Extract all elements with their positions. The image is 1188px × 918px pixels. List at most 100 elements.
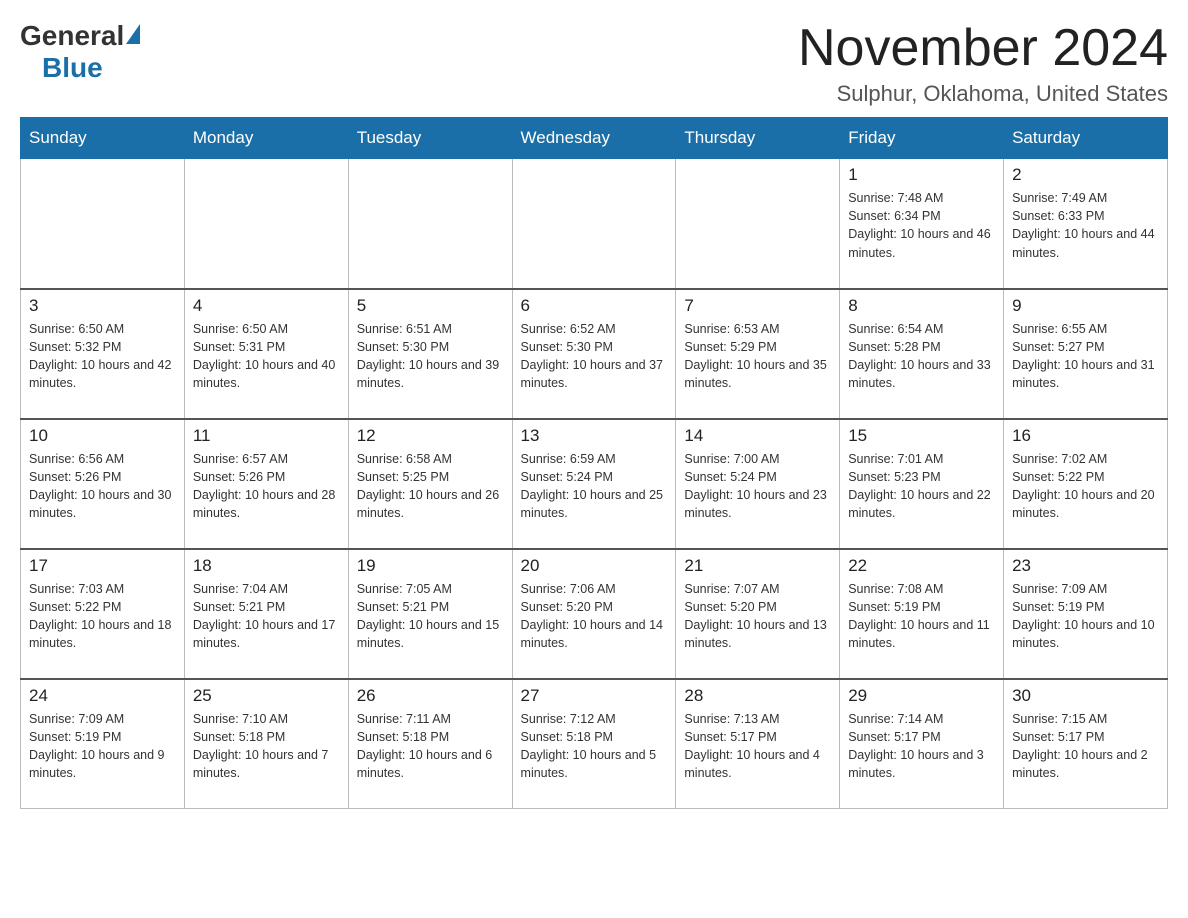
calendar-cell: 9Sunrise: 6:55 AMSunset: 5:27 PMDaylight… xyxy=(1004,289,1168,419)
calendar-cell xyxy=(512,159,676,289)
logo: General Blue xyxy=(20,20,140,84)
logo-general-text: General xyxy=(20,20,124,52)
calendar-cell: 19 Sunrise: 7:05 AMSunset: 5:21 PMDayligh… xyxy=(348,549,512,679)
day-info: Sunrise: 6:57 AMSunset: 5:26 PMDaylight:… xyxy=(193,450,340,523)
day-number: 29 xyxy=(848,686,995,706)
calendar-table: SundayMondayTuesdayWednesdayThursdayFrid… xyxy=(20,117,1168,809)
day-number: 28 xyxy=(684,686,831,706)
calendar-cell: 24 Sunrise: 7:09 AMSunset: 5:19 PMDayligh… xyxy=(21,679,185,809)
calendar-cell: 10 Sunrise: 6:56 AMSunset: 5:26 PMDayligh… xyxy=(21,419,185,549)
calendar-cell: 4 Sunrise: 6:50 AMSunset: 5:31 PMDaylight… xyxy=(184,289,348,419)
logo-blue-text: Blue xyxy=(42,52,103,84)
day-number: 10 xyxy=(29,426,176,446)
day-number: 21 xyxy=(684,556,831,576)
day-info: Sunrise: 6:54 AMSunset: 5:28 PMDaylight:… xyxy=(848,320,995,393)
calendar-week-row: 1 Sunrise: 7:48 AMSunset: 6:34 PMDaylight… xyxy=(21,159,1168,289)
day-number: 4 xyxy=(193,296,340,316)
day-info: Sunrise: 7:14 AMSunset: 5:17 PMDaylight:… xyxy=(848,710,995,783)
day-info: Sunrise: 6:53 AMSunset: 5:29 PMDaylight:… xyxy=(684,320,831,393)
calendar-cell: 2 Sunrise: 7:49 AMSunset: 6:33 PMDaylight… xyxy=(1004,159,1168,289)
day-info: Sunrise: 7:04 AMSunset: 5:21 PMDaylight:… xyxy=(193,580,340,653)
calendar-cell xyxy=(184,159,348,289)
calendar-cell: 1 Sunrise: 7:48 AMSunset: 6:34 PMDaylight… xyxy=(840,159,1004,289)
day-number: 19 xyxy=(357,556,504,576)
calendar-cell: 29 Sunrise: 7:14 AMSunset: 5:17 PMDayligh… xyxy=(840,679,1004,809)
day-info: Sunrise: 7:00 AMSunset: 5:24 PMDaylight:… xyxy=(684,450,831,523)
day-number: 27 xyxy=(521,686,668,706)
day-info: Sunrise: 7:48 AMSunset: 6:34 PMDaylight:… xyxy=(848,189,995,262)
day-info: Sunrise: 7:15 AMSunset: 5:17 PMDaylight:… xyxy=(1012,710,1159,783)
calendar-cell: 16 Sunrise: 7:02 AMSunset: 5:22 PMDayligh… xyxy=(1004,419,1168,549)
day-number: 8 xyxy=(848,296,995,316)
day-number: 6 xyxy=(521,296,668,316)
calendar-week-row: 17 Sunrise: 7:03 AMSunset: 5:22 PMDayligh… xyxy=(21,549,1168,679)
day-info: Sunrise: 7:07 AMSunset: 5:20 PMDaylight:… xyxy=(684,580,831,653)
calendar-cell: 28 Sunrise: 7:13 AMSunset: 5:17 PMDayligh… xyxy=(676,679,840,809)
day-info: Sunrise: 7:13 AMSunset: 5:17 PMDaylight:… xyxy=(684,710,831,783)
day-number: 5 xyxy=(357,296,504,316)
calendar-cell: 18Sunrise: 7:04 AMSunset: 5:21 PMDayligh… xyxy=(184,549,348,679)
calendar-cell xyxy=(676,159,840,289)
calendar-cell: 17 Sunrise: 7:03 AMSunset: 5:22 PMDayligh… xyxy=(21,549,185,679)
calendar-cell: 22 Sunrise: 7:08 AMSunset: 5:19 PMDayligh… xyxy=(840,549,1004,679)
day-number: 12 xyxy=(357,426,504,446)
day-number: 24 xyxy=(29,686,176,706)
day-number: 2 xyxy=(1012,165,1159,185)
calendar-header-thursday: Thursday xyxy=(676,118,840,159)
logo-triangle-icon xyxy=(126,24,140,44)
calendar-header-wednesday: Wednesday xyxy=(512,118,676,159)
day-number: 16 xyxy=(1012,426,1159,446)
month-title: November 2024 xyxy=(798,20,1168,77)
calendar-cell: 23 Sunrise: 7:09 AMSunset: 5:19 PMDayligh… xyxy=(1004,549,1168,679)
day-number: 25 xyxy=(193,686,340,706)
calendar-cell: 3 Sunrise: 6:50 AMSunset: 5:32 PMDaylight… xyxy=(21,289,185,419)
calendar-header-saturday: Saturday xyxy=(1004,118,1168,159)
day-info: Sunrise: 6:59 AMSunset: 5:24 PMDaylight:… xyxy=(521,450,668,523)
day-info: Sunrise: 7:09 AMSunset: 5:19 PMDaylight:… xyxy=(29,710,176,783)
calendar-week-row: 24 Sunrise: 7:09 AMSunset: 5:19 PMDayligh… xyxy=(21,679,1168,809)
day-number: 14 xyxy=(684,426,831,446)
calendar-cell: 12 Sunrise: 6:58 AMSunset: 5:25 PMDayligh… xyxy=(348,419,512,549)
calendar-week-row: 3 Sunrise: 6:50 AMSunset: 5:32 PMDaylight… xyxy=(21,289,1168,419)
location-subtitle: Sulphur, Oklahoma, United States xyxy=(798,81,1168,107)
day-info: Sunrise: 6:56 AMSunset: 5:26 PMDaylight:… xyxy=(29,450,176,523)
calendar-cell: 11 Sunrise: 6:57 AMSunset: 5:26 PMDayligh… xyxy=(184,419,348,549)
day-info: Sunrise: 7:06 AMSunset: 5:20 PMDaylight:… xyxy=(521,580,668,653)
day-info: Sunrise: 7:05 AMSunset: 5:21 PMDaylight:… xyxy=(357,580,504,653)
day-number: 30 xyxy=(1012,686,1159,706)
day-number: 13 xyxy=(521,426,668,446)
day-number: 20 xyxy=(521,556,668,576)
day-number: 7 xyxy=(684,296,831,316)
day-info: Sunrise: 6:50 AMSunset: 5:32 PMDaylight:… xyxy=(29,320,176,393)
calendar-cell: 8 Sunrise: 6:54 AMSunset: 5:28 PMDaylight… xyxy=(840,289,1004,419)
calendar-cell: 27 Sunrise: 7:12 AMSunset: 5:18 PMDayligh… xyxy=(512,679,676,809)
calendar-cell: 20 Sunrise: 7:06 AMSunset: 5:20 PMDayligh… xyxy=(512,549,676,679)
day-number: 22 xyxy=(848,556,995,576)
day-number: 23 xyxy=(1012,556,1159,576)
day-info: Sunrise: 6:50 AMSunset: 5:31 PMDaylight:… xyxy=(193,320,340,393)
day-info: Sunrise: 7:08 AMSunset: 5:19 PMDaylight:… xyxy=(848,580,995,653)
calendar-cell: 14 Sunrise: 7:00 AMSunset: 5:24 PMDayligh… xyxy=(676,419,840,549)
day-number: 17 xyxy=(29,556,176,576)
calendar-cell: 15Sunrise: 7:01 AMSunset: 5:23 PMDayligh… xyxy=(840,419,1004,549)
title-area: November 2024 Sulphur, Oklahoma, United … xyxy=(798,20,1168,107)
calendar-week-row: 10 Sunrise: 6:56 AMSunset: 5:26 PMDayligh… xyxy=(21,419,1168,549)
calendar-cell: 26Sunrise: 7:11 AMSunset: 5:18 PMDayligh… xyxy=(348,679,512,809)
day-info: Sunrise: 7:03 AMSunset: 5:22 PMDaylight:… xyxy=(29,580,176,653)
day-info: Sunrise: 7:09 AMSunset: 5:19 PMDaylight:… xyxy=(1012,580,1159,653)
calendar-cell: 30 Sunrise: 7:15 AMSunset: 5:17 PMDayligh… xyxy=(1004,679,1168,809)
calendar-header-friday: Friday xyxy=(840,118,1004,159)
day-info: Sunrise: 6:55 AMSunset: 5:27 PMDaylight:… xyxy=(1012,320,1159,393)
day-info: Sunrise: 7:11 AMSunset: 5:18 PMDaylight:… xyxy=(357,710,504,783)
day-number: 1 xyxy=(848,165,995,185)
day-info: Sunrise: 6:52 AMSunset: 5:30 PMDaylight:… xyxy=(521,320,668,393)
calendar-cell: 6 Sunrise: 6:52 AMSunset: 5:30 PMDaylight… xyxy=(512,289,676,419)
day-number: 15 xyxy=(848,426,995,446)
day-info: Sunrise: 6:58 AMSunset: 5:25 PMDaylight:… xyxy=(357,450,504,523)
calendar-cell: 25Sunrise: 7:10 AMSunset: 5:18 PMDayligh… xyxy=(184,679,348,809)
day-info: Sunrise: 7:02 AMSunset: 5:22 PMDaylight:… xyxy=(1012,450,1159,523)
day-number: 11 xyxy=(193,426,340,446)
day-info: Sunrise: 7:12 AMSunset: 5:18 PMDaylight:… xyxy=(521,710,668,783)
day-info: Sunrise: 7:49 AMSunset: 6:33 PMDaylight:… xyxy=(1012,189,1159,262)
day-number: 3 xyxy=(29,296,176,316)
